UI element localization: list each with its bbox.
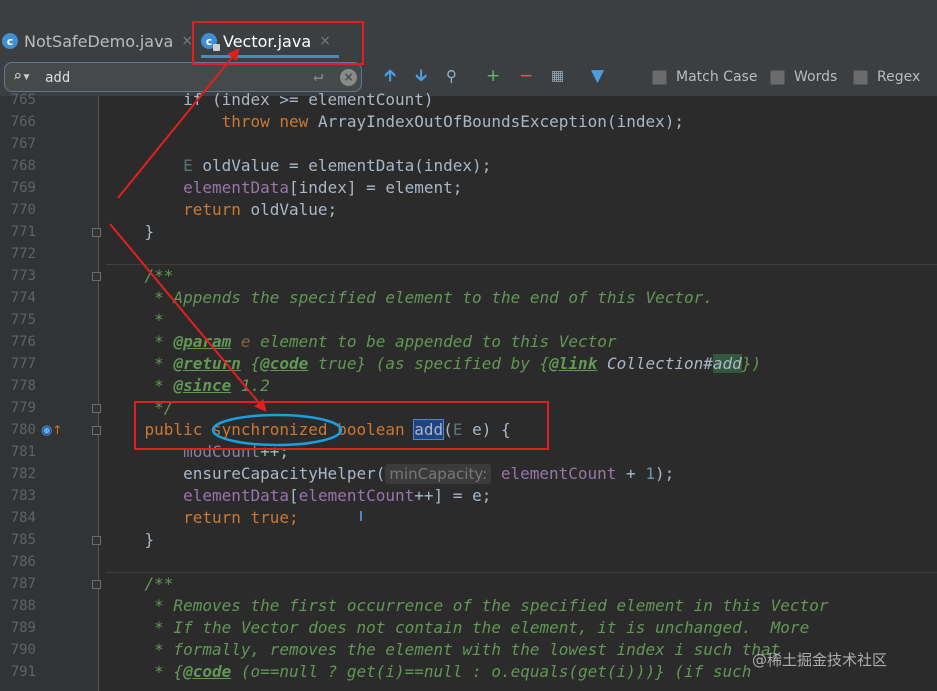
annotation-arrow (109, 223, 267, 412)
tab-highlight-box (192, 21, 364, 65)
watermark: @稀土掘金技术社区 (752, 651, 888, 669)
annotation-arrow (117, 48, 240, 199)
annotation-overlay (109, 21, 549, 450)
synchronized-highlight-ellipse (211, 413, 343, 447)
method-highlight-box (134, 401, 549, 450)
